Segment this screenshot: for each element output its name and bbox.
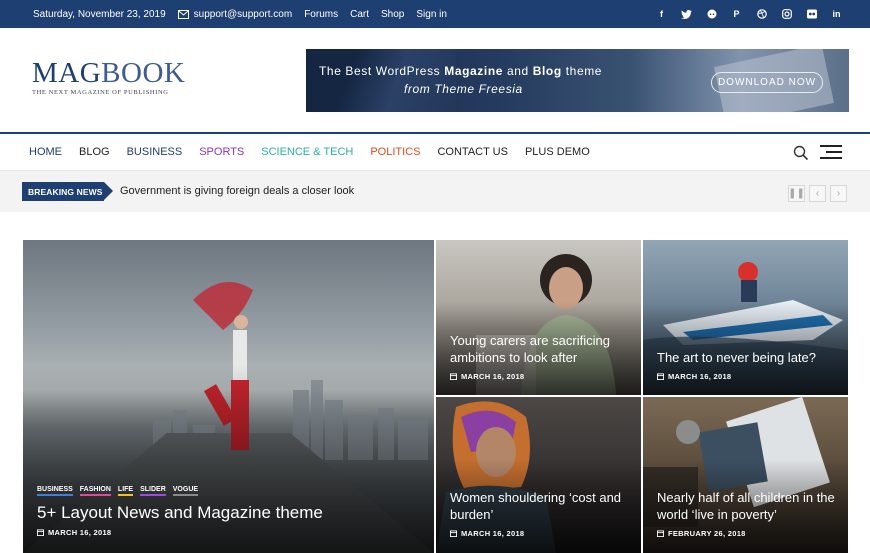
post-card[interactable]: Women shouldering ‘cost and burden’ MARC… bbox=[436, 397, 641, 553]
download-now-button[interactable]: DOWNLOAD NOW bbox=[711, 72, 823, 93]
post-date: MARCH 16, 2018 bbox=[450, 372, 524, 381]
calendar-icon bbox=[450, 373, 457, 380]
featured-post[interactable]: BUSINESS FASHION LIFE SLIDER VOGUE 5+ Layout… bbox=[23, 240, 434, 553]
hamburger-menu-icon[interactable] bbox=[820, 145, 842, 159]
nav-item-business[interactable]: BUSINESS bbox=[127, 146, 183, 158]
nav-item-blog[interactable]: BLOG bbox=[79, 146, 110, 158]
banner-headline: The Best WordPress Magazine and Blog the… bbox=[319, 64, 603, 78]
dribbble-icon[interactable] bbox=[756, 9, 767, 20]
top-link-forums[interactable]: Forums bbox=[304, 9, 338, 20]
post-title[interactable]: The art to never being late? bbox=[657, 349, 838, 366]
social-links: f P in bbox=[656, 0, 842, 28]
reddit-icon[interactable] bbox=[706, 9, 717, 20]
post-card[interactable]: Nearly half of all children in the world… bbox=[643, 397, 848, 553]
prev-arrow-icon[interactable]: ‹ bbox=[809, 185, 826, 202]
pinterest-icon[interactable]: P bbox=[731, 9, 742, 20]
current-date: Saturday, November 23, 2019 bbox=[33, 8, 166, 20]
post-title[interactable]: Young carers are sacrificing ambitions t… bbox=[450, 332, 631, 366]
category-tag[interactable]: BUSINESS bbox=[37, 486, 73, 496]
featured-tags: BUSINESS FASHION LIFE SLIDER VOGUE bbox=[37, 486, 199, 496]
support-email[interactable]: support@support.com bbox=[177, 9, 292, 20]
post-title[interactable]: Nearly half of all children in the world… bbox=[657, 489, 838, 523]
flickr-icon[interactable] bbox=[806, 9, 817, 20]
pause-icon[interactable]: ❚❚ bbox=[788, 185, 805, 202]
nav-item-politics[interactable]: POLITICS bbox=[370, 146, 420, 158]
logo-tagline: THE NEXT MAGAZINE OF PUBLISHING bbox=[32, 89, 169, 96]
breaking-news-label: BREAKING NEWS bbox=[22, 182, 113, 201]
post-card[interactable]: The art to never being late? MARCH 16, 2… bbox=[643, 240, 848, 395]
next-arrow-icon[interactable]: › bbox=[830, 185, 847, 202]
post-date: FEBRUARY 26, 2018 bbox=[657, 529, 746, 538]
linkedin-icon[interactable]: in bbox=[831, 9, 842, 20]
banner-photo bbox=[306, 49, 456, 112]
post-title[interactable]: Women shouldering ‘cost and burden’ bbox=[450, 489, 631, 523]
facebook-icon[interactable]: f bbox=[656, 9, 667, 20]
breaking-news-bar: BREAKING NEWS Government is giving forei… bbox=[0, 170, 870, 212]
nav-item-sports[interactable]: SPORTS bbox=[199, 146, 244, 158]
nav-item-plus-demo[interactable]: PLUS DEMO bbox=[525, 146, 590, 158]
calendar-icon bbox=[657, 530, 664, 537]
nav-item-science-tech[interactable]: SCIENCE & TECH bbox=[261, 146, 353, 158]
featured-overlay bbox=[23, 365, 434, 553]
breaking-news-headline[interactable]: Government is giving foreign deals a clo… bbox=[120, 185, 354, 197]
post-date: MARCH 16, 2018 bbox=[657, 372, 731, 381]
logo-wordmark: MAGBOOK bbox=[32, 57, 186, 89]
post-date: MARCH 16, 2018 bbox=[450, 529, 524, 538]
envelope-icon bbox=[177, 9, 189, 19]
top-link-cart[interactable]: Cart bbox=[350, 9, 369, 20]
site-logo[interactable]: MAGBOOK THE NEXT MAGAZINE OF PUBLISHING bbox=[32, 57, 186, 97]
header-ad-banner[interactable]: The Best WordPress Magazine and Blog the… bbox=[306, 49, 849, 112]
category-tag[interactable]: SLIDER bbox=[140, 486, 166, 496]
banner-subline: from Theme Freesia bbox=[404, 82, 523, 96]
category-tag[interactable]: VOGUE bbox=[172, 486, 199, 496]
top-bar: Saturday, November 23, 2019 support@supp… bbox=[0, 0, 870, 28]
nav-item-home[interactable]: HOME bbox=[29, 146, 62, 158]
instagram-icon[interactable] bbox=[781, 9, 792, 20]
top-link-shop[interactable]: Shop bbox=[381, 9, 404, 20]
top-link-sign-in[interactable]: Sign in bbox=[416, 9, 447, 20]
post-card[interactable]: Young carers are sacrificing ambitions t… bbox=[436, 240, 641, 395]
featured-date: MARCH 16, 2018 bbox=[37, 528, 111, 537]
site-header: MAGBOOK THE NEXT MAGAZINE OF PUBLISHING … bbox=[0, 28, 870, 132]
calendar-icon bbox=[450, 530, 457, 537]
calendar-icon bbox=[37, 529, 44, 536]
category-tag[interactable]: FASHION bbox=[79, 486, 111, 496]
search-icon[interactable] bbox=[793, 145, 809, 161]
twitter-icon[interactable] bbox=[681, 9, 692, 20]
featured-title[interactable]: 5+ Layout News and Magazine theme bbox=[37, 502, 424, 524]
calendar-icon bbox=[657, 373, 664, 380]
category-tag[interactable]: LIFE bbox=[117, 486, 134, 496]
nav-item-contact-us[interactable]: CONTACT US bbox=[437, 146, 508, 158]
main-navigation: HOME BLOG BUSINESS SPORTS SCIENCE & TECH POLI… bbox=[0, 134, 870, 170]
